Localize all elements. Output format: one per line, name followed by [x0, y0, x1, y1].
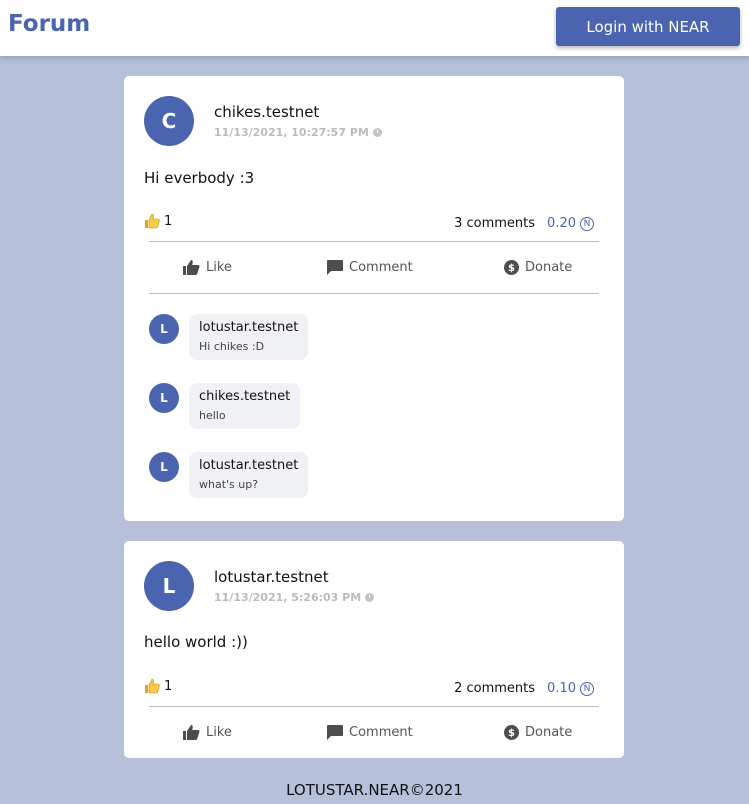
like-label: Like [206, 259, 232, 275]
avatar[interactable]: L [149, 314, 179, 344]
post-body: Hi everbody :3 [144, 169, 255, 187]
reaction-summary[interactable]: 1 [144, 678, 172, 694]
post-body: hello world :)) [144, 633, 248, 651]
comment-label: Comment [349, 724, 413, 740]
comment-icon [327, 724, 343, 740]
clock-icon [372, 128, 382, 137]
like-count: 1 [164, 678, 173, 694]
avatar[interactable]: L [144, 561, 194, 611]
amount-value: 0.20 [547, 216, 576, 231]
like-button[interactable]: Like [183, 249, 232, 285]
brand-logo[interactable]: Forum [8, 11, 90, 37]
post-author[interactable]: lotustar.testnet [214, 568, 329, 586]
thumbs-up-icon [183, 259, 200, 275]
like-button[interactable]: Like [183, 714, 232, 750]
amount-value: 0.10 [547, 681, 576, 696]
like-count: 1 [164, 213, 173, 229]
reaction-summary[interactable]: 1 [144, 213, 172, 229]
clock-icon [365, 593, 375, 602]
timestamp-text: 11/13/2021, 5:26:03 PM [214, 591, 362, 604]
post-stats: 2 comments 0.10 N [454, 681, 594, 696]
comment-text: Hi chikes :D [199, 340, 265, 353]
avatar[interactable]: L [149, 383, 179, 413]
comment-bubble: lotustar.testnet Hi chikes :D [189, 314, 309, 360]
post-actions: Like Comment $ Donate [149, 714, 599, 750]
donate-button[interactable]: $ Donate [504, 714, 572, 750]
comment-icon [327, 259, 343, 275]
near-token-icon: N [580, 681, 594, 696]
comment-author[interactable]: lotustar.testnet [199, 320, 298, 335]
comment-bubble: lotustar.testnet what's up? [189, 452, 309, 498]
divider [149, 706, 599, 707]
svg-text:$: $ [508, 728, 515, 739]
like-label: Like [206, 724, 232, 740]
avatar[interactable]: C [144, 96, 194, 146]
comment-text: what's up? [199, 478, 259, 491]
post-timestamp: 11/13/2021, 10:27:57 PM [214, 126, 382, 139]
footer-copyright: LOTUSTAR.NEAR©2021 [286, 781, 463, 799]
comment-author[interactable]: chikes.testnet [199, 389, 290, 404]
login-button[interactable]: Login with NEAR [556, 7, 740, 46]
post-card: L lotustar.testnet 11/13/2021, 5:26:03 P… [124, 541, 624, 758]
thumbs-up-emoji-icon [145, 678, 160, 694]
timestamp-text: 11/13/2021, 10:27:57 PM [214, 126, 369, 139]
post-timestamp: 11/13/2021, 5:26:03 PM [214, 591, 375, 604]
comment-author[interactable]: lotustar.testnet [199, 458, 298, 473]
comment-label: Comment [349, 259, 413, 275]
divider [149, 241, 599, 242]
top-bar: Forum Login with NEAR [0, 0, 749, 56]
comment-button[interactable]: Comment [327, 714, 413, 750]
svg-text:$: $ [508, 263, 515, 274]
post-author[interactable]: chikes.testnet [214, 103, 319, 121]
comment-button[interactable]: Comment [327, 249, 413, 285]
post-actions: Like Comment $ Donate [149, 249, 599, 285]
dollar-coin-icon: $ [504, 724, 519, 740]
comment-text: hello [199, 409, 226, 422]
post-card: C chikes.testnet 11/13/2021, 10:27:57 PM… [124, 76, 624, 521]
donate-label: Donate [525, 259, 573, 275]
comment-bubble: chikes.testnet hello [189, 383, 301, 429]
donation-amount: 0.10 N [547, 681, 594, 696]
avatar[interactable]: L [149, 452, 179, 482]
thumbs-up-icon [183, 724, 200, 740]
donate-button[interactable]: $ Donate [504, 249, 572, 285]
divider [149, 293, 599, 294]
dollar-coin-icon: $ [504, 259, 519, 275]
donation-amount: 0.20 N [547, 216, 594, 231]
post-stats: 3 comments 0.20 N [454, 216, 594, 231]
comments-count[interactable]: 2 comments [454, 681, 535, 696]
donate-label: Donate [525, 724, 573, 740]
comments-count[interactable]: 3 comments [454, 216, 535, 231]
near-token-icon: N [580, 216, 594, 231]
thumbs-up-emoji-icon [145, 213, 160, 229]
